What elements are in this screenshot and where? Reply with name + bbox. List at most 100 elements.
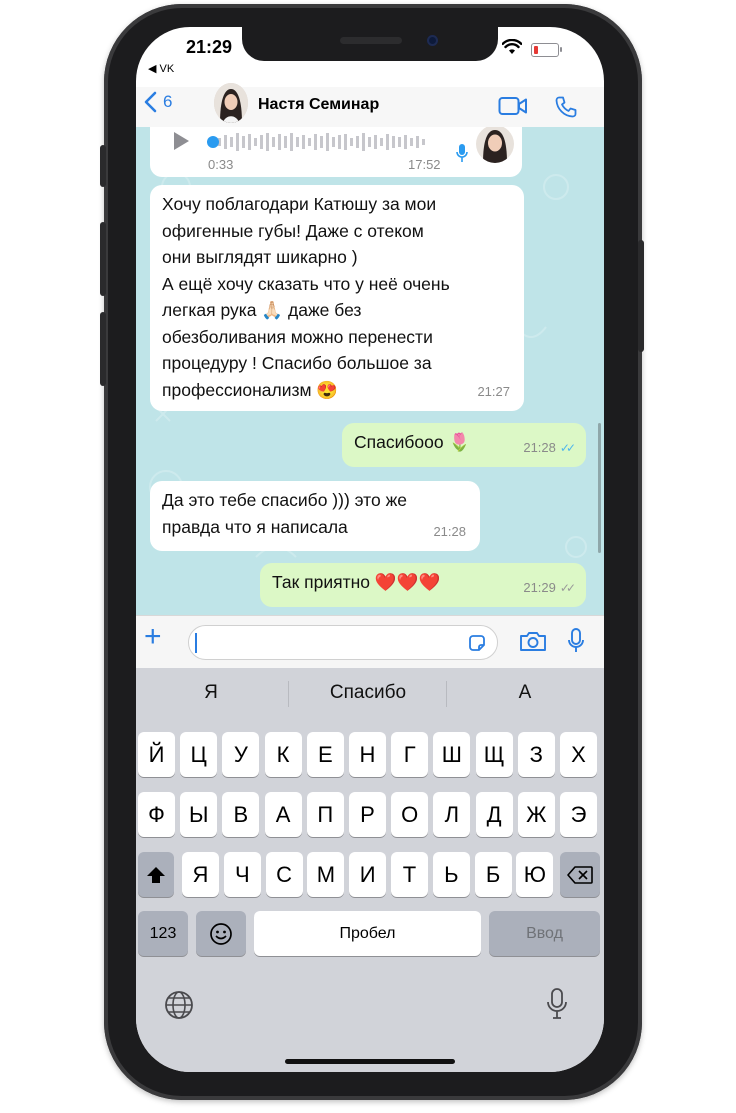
back-button[interactable]: 6	[144, 91, 172, 113]
key-letter[interactable]: Ш	[433, 732, 471, 777]
key-letter[interactable]: Б	[474, 852, 512, 897]
key-letter[interactable]: Щ	[475, 732, 513, 777]
message-line: они выглядят шикарно )	[162, 247, 358, 267]
key-letter[interactable]: Н	[349, 732, 386, 777]
notch	[242, 27, 498, 61]
key-letter[interactable]: Э	[560, 792, 597, 837]
key-letter[interactable]: О	[391, 792, 429, 837]
suggestion-item[interactable]: Спасибо	[293, 682, 443, 704]
key-letter[interactable]: Ы	[180, 792, 218, 837]
play-icon[interactable]	[172, 131, 190, 151]
keyboard: Я Спасибо А 123 Пробел Ввод ЙЦУКЕНГШЩЗХ Ф…	[136, 668, 604, 1072]
shift-key[interactable]	[138, 852, 174, 897]
space-key[interactable]: Пробел	[254, 911, 481, 956]
back-to-app-link[interactable]: ◀ VK	[148, 62, 174, 75]
message-line: Хочу поблагодари Катюшу за мои	[162, 194, 437, 214]
power-button	[638, 240, 644, 352]
key-letter[interactable]: А	[264, 792, 302, 837]
chat-area[interactable]: 0:33 17:52 Хочу поблагодари Катюшу за мо…	[136, 127, 604, 615]
earpiece	[340, 37, 402, 44]
phone-icon[interactable]	[554, 95, 578, 119]
plus-icon[interactable]: +	[144, 622, 162, 652]
key-letter[interactable]: И	[349, 852, 387, 897]
mute-switch	[100, 145, 106, 187]
numbers-key[interactable]: 123	[138, 911, 188, 956]
enter-key-label: Ввод	[526, 924, 563, 942]
message-line: процедуру ! Спасибо большое за	[162, 353, 432, 373]
enter-key[interactable]: Ввод	[489, 911, 600, 956]
key-letter[interactable]: Т	[391, 852, 428, 897]
message-line: офигенные губы! Даже с отеком	[162, 220, 424, 241]
key-letter[interactable]: Г	[391, 732, 429, 777]
message-time: 21:28	[433, 523, 466, 539]
message-incoming[interactable]: Да это тебе спасибо ))) это же правда чт…	[150, 481, 480, 551]
message-outgoing[interactable]: Спасибооо 🌷 21:28 ✓✓	[342, 423, 586, 467]
key-letter[interactable]: В	[222, 792, 260, 837]
backspace-icon	[567, 865, 593, 884]
volume-up-button	[100, 222, 106, 296]
scroll-indicator[interactable]	[598, 423, 601, 553]
key-letter[interactable]: С	[265, 852, 303, 897]
suggestion-divider	[446, 681, 447, 707]
suggestion-bar: Я Спасибо А	[136, 668, 604, 718]
key-letter[interactable]: Ж	[517, 792, 555, 837]
message-time: 21:28	[523, 439, 556, 455]
message-line: обезболивания можно перенести	[162, 326, 433, 347]
message-text: Спасибооо 🌷	[354, 432, 471, 452]
key-letter[interactable]: Х	[560, 732, 597, 777]
message-text: Да это тебе спасибо ))) это же правда чт…	[162, 487, 468, 540]
key-letter[interactable]: Ч	[223, 852, 261, 897]
emoji-key[interactable]	[196, 911, 246, 956]
message-input[interactable]	[188, 625, 498, 660]
key-letter[interactable]: З	[517, 732, 555, 777]
shift-icon	[147, 866, 165, 883]
suggestion-item[interactable]: Я	[136, 682, 286, 704]
message-line: правда что я написала	[162, 516, 348, 537]
avatar[interactable]	[214, 83, 248, 123]
message-incoming[interactable]: Хочу поблагодари Катюшу за мои офигенные…	[150, 185, 524, 411]
key-letter[interactable]: Л	[433, 792, 471, 837]
suggestion-item[interactable]: А	[450, 682, 600, 704]
phone-screen: 21:29 ◀ VK 6 Настя Семинар 0:33 17:52 Хо…	[136, 27, 604, 1072]
key-letter[interactable]: Я	[182, 852, 219, 897]
message-input-bar: +	[136, 615, 604, 668]
text-caret	[195, 633, 197, 653]
voice-time: 17:52	[408, 157, 441, 172]
mic-icon	[456, 144, 468, 162]
sender-avatar	[476, 127, 514, 163]
message-line: А ещё хочу сказать что у неё очень	[162, 273, 450, 294]
key-letter[interactable]: Ф	[138, 792, 175, 837]
home-indicator[interactable]	[285, 1059, 455, 1064]
sticker-icon[interactable]	[467, 633, 487, 653]
voice-message[interactable]: 0:33 17:52	[150, 127, 522, 177]
mic-icon[interactable]	[568, 628, 584, 654]
message-outgoing[interactable]: Так приятно ❤️❤️❤️ 21:29 ✓✓	[260, 563, 586, 607]
message-text: Хочу поблагодари Катюшу за мои офигенные…	[162, 191, 512, 403]
globe-icon[interactable]	[164, 990, 194, 1020]
camera-icon[interactable]	[519, 630, 547, 652]
message-text: Так приятно ❤️❤️❤️	[272, 572, 441, 592]
key-letter[interactable]: Ц	[180, 732, 218, 777]
key-letter[interactable]: Ю	[516, 852, 554, 897]
unread-count: 6	[163, 92, 173, 111]
video-call-icon[interactable]	[498, 95, 528, 117]
battery-icon	[531, 43, 562, 57]
suggestion-divider	[288, 681, 289, 707]
key-letter[interactable]: Д	[475, 792, 513, 837]
volume-down-button	[100, 312, 106, 386]
status-time: 21:29	[186, 37, 233, 57]
voice-waveform[interactable]	[206, 131, 446, 153]
key-letter[interactable]: Е	[306, 732, 344, 777]
read-checkmarks-icon: ✓✓	[559, 440, 576, 455]
key-letter[interactable]: М	[307, 852, 345, 897]
contact-name[interactable]: Настя Семинар	[258, 96, 379, 114]
key-letter[interactable]: К	[264, 732, 302, 777]
backspace-key[interactable]	[560, 852, 600, 897]
dictation-icon[interactable]	[547, 988, 567, 1020]
key-letter[interactable]: П	[306, 792, 344, 837]
key-letter[interactable]: Ь	[432, 852, 470, 897]
key-letter[interactable]: У	[222, 732, 260, 777]
key-letter[interactable]: Р	[349, 792, 386, 837]
key-letter[interactable]: Й	[138, 732, 175, 777]
space-key-label: Пробел	[339, 924, 396, 942]
